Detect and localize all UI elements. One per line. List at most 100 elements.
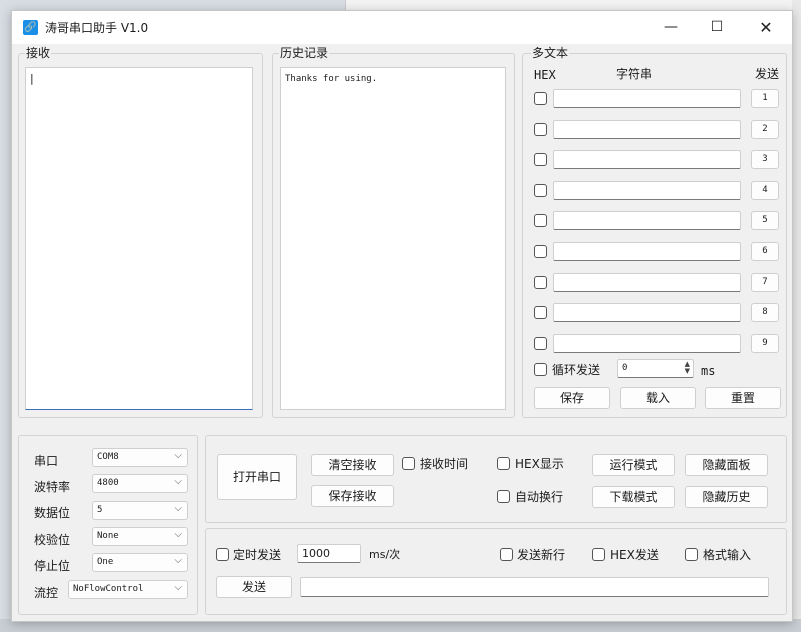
chevron-down-icon: ⌵ [174,555,182,566]
multi-string-input-8[interactable] [553,303,741,323]
send-newline-checkbox[interactable] [500,548,513,561]
spin-arrows-icon[interactable]: ▲ ▼ [685,361,690,375]
close-button[interactable]: ✕ [743,11,789,44]
history-group-label: 历史记录 [279,44,330,61]
stop-bits-select[interactable]: One ⌵ [92,553,188,572]
baud-select[interactable]: 4800 ⌵ [92,474,188,493]
data-bits-select[interactable]: 5 ⌵ [92,501,188,520]
multi-string-input-1[interactable] [553,89,741,108]
run-mode-button[interactable]: 运行模式 [592,454,675,476]
chevron-down-icon: ⌵ [174,529,182,540]
link-icon: 🔗 [23,20,38,35]
multi-send-button-3[interactable]: 3 [751,150,779,170]
flow-control-label: 流控 [34,586,59,600]
multi-text-group-label: 多文本 [531,44,570,61]
hex-send-label: HEX发送 [610,548,659,562]
multi-hex-checkbox-6[interactable] [534,245,547,258]
port-select[interactable]: COM8 ⌵ [92,448,188,467]
chevron-down-icon: ⌵ [174,582,182,593]
multi-string-input-9[interactable] [553,333,741,353]
send-text-input[interactable] [300,577,769,597]
multi-string-input-3[interactable] [553,150,741,170]
hex-send-checkbox[interactable] [592,548,605,561]
port-value: COM8 [97,452,119,462]
multi-send-button-2[interactable]: 2 [751,119,779,139]
background-scrollbar [792,0,801,632]
parity-select[interactable]: None ⌵ [92,527,188,546]
save-receive-button[interactable]: 保存接收 [311,485,394,507]
multi-hex-checkbox-1[interactable] [534,92,547,105]
timed-unit-label: ms/次 [369,548,401,561]
reset-button[interactable]: 重置 [705,387,781,409]
multi-hex-checkbox-9[interactable] [534,336,547,350]
minimize-button[interactable]: — [648,11,694,44]
auto-wrap-checkbox[interactable] [497,490,510,503]
multi-string-input-5[interactable] [553,211,741,231]
multi-hex-checkbox-3[interactable] [534,153,547,167]
open-port-button[interactable]: 打开串口 [217,454,297,500]
multi-send-button-8[interactable]: 8 [751,303,779,323]
baud-label: 波特率 [34,480,71,494]
multi-send-button-9[interactable]: 9 [751,333,779,353]
string-column-header: 字符串 [616,67,653,81]
timed-send-label: 定时发送 [233,548,282,562]
format-input-label: 格式输入 [703,548,752,562]
receive-text: | [30,72,34,85]
multi-string-input-4[interactable] [553,180,741,200]
history-textarea[interactable]: Thanks for using. [280,67,506,410]
hide-history-button[interactable]: 隐藏历史 [685,486,768,508]
multi-hex-checkbox-2[interactable] [534,122,547,136]
multi-hex-checkbox-8[interactable] [534,306,547,320]
timed-interval-value: 1000 [302,547,330,560]
parity-label: 校验位 [34,533,71,547]
multi-send-button-4[interactable]: 4 [751,180,779,200]
loop-send-label: 循环发送 [552,363,601,377]
loop-send-checkbox[interactable] [534,363,547,376]
clear-receive-button[interactable]: 清空接收 [311,454,394,476]
data-bits-label: 数据位 [34,506,71,520]
loop-interval-value: 0 [622,363,628,373]
send-button[interactable]: 发送 [216,576,292,598]
multi-send-button-6[interactable]: 6 [751,242,779,261]
parity-value: None [97,531,119,541]
title-bar: 🔗 涛哥串口助手 V1.0 — ☐ ✕ [12,11,792,44]
app-window: 🔗 涛哥串口助手 V1.0 — ☐ ✕ 接收 | 历史记录 Thanks for… [11,10,793,622]
loop-interval-spinbox[interactable]: 0 ▲ ▼ [617,359,694,378]
send-group [205,528,787,615]
flow-control-value: NoFlowControl [73,584,144,594]
save-button[interactable]: 保存 [534,387,610,409]
multi-hex-checkbox-4[interactable] [534,183,547,197]
send-column-header: 发送 [755,67,780,81]
receive-time-checkbox[interactable] [402,457,415,470]
flow-control-select[interactable]: NoFlowControl ⌵ [68,580,188,599]
hide-panel-button[interactable]: 隐藏面板 [685,454,768,476]
download-mode-button[interactable]: 下载模式 [592,486,675,508]
multi-send-button-1[interactable]: 1 [751,89,779,108]
load-button[interactable]: 载入 [620,387,696,409]
stop-bits-value: One [97,557,114,567]
format-input-checkbox[interactable] [685,548,698,561]
multi-send-button-7[interactable]: 7 [751,272,779,292]
chevron-down-icon: ⌵ [174,476,182,487]
loop-unit-label: ms [701,364,716,378]
port-label: 串口 [34,454,59,468]
timed-send-checkbox[interactable] [216,548,229,561]
receive-time-label: 接收时间 [420,457,469,471]
hex-column-header: HEX [534,68,556,82]
multi-string-input-7[interactable] [553,272,741,292]
history-text: Thanks for using. [285,74,378,84]
auto-wrap-label: 自动换行 [515,490,564,504]
receive-textarea[interactable]: | [25,67,253,410]
multi-string-input-2[interactable] [553,119,741,139]
data-bits-value: 5 [97,505,103,515]
multi-hex-checkbox-7[interactable] [534,275,547,289]
multi-send-button-5[interactable]: 5 [751,211,779,231]
timed-interval-input[interactable]: 1000 [297,544,361,563]
hex-display-checkbox[interactable] [497,457,510,470]
window-title: 涛哥串口助手 V1.0 [45,21,149,35]
send-newline-label: 发送新行 [517,548,566,562]
maximize-button[interactable]: ☐ [694,11,740,44]
multi-string-input-6[interactable] [553,242,741,261]
receive-group-label: 接收 [25,44,52,61]
multi-hex-checkbox-5[interactable] [534,214,547,228]
